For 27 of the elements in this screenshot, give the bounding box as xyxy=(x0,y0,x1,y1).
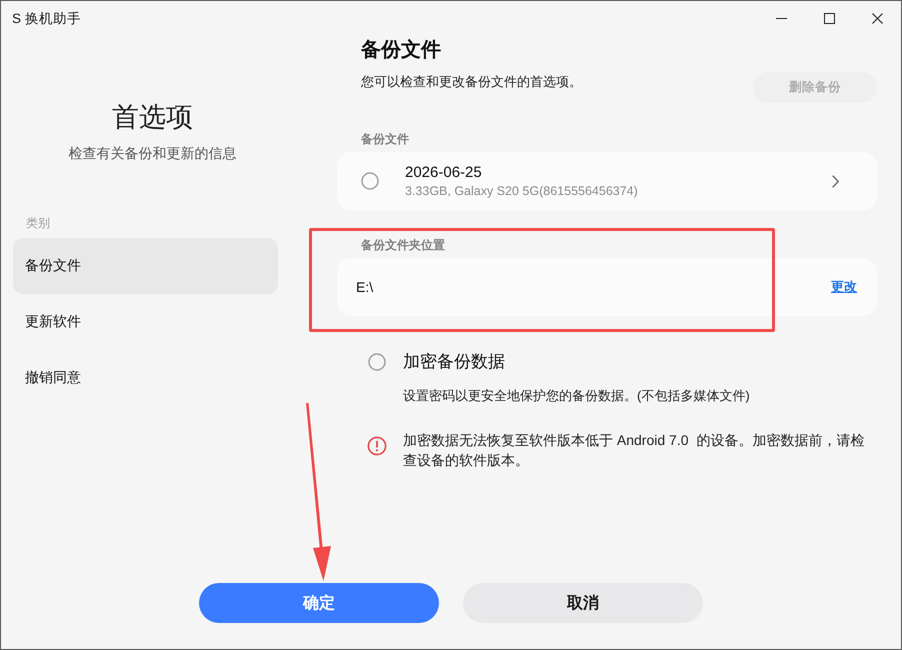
encrypt-description: 设置密码以更安全地保护您的备份数据。(不包括多媒体文件) xyxy=(403,387,750,405)
radio-button[interactable] xyxy=(361,172,379,190)
backup-file-card[interactable]: 2026-06-25 3.33GB, Galaxy S20 5G(8615556456374) xyxy=(337,152,877,210)
chevron-right-icon xyxy=(832,174,839,188)
backup-details: 3.33GB, Galaxy S20 5G(8615556456374) xyxy=(405,183,638,199)
section-label: 备份文件夹位置 xyxy=(361,237,445,253)
sidebar-item[interactable]: 撤销同意 xyxy=(13,350,278,406)
page-description: 您可以检查和更改备份文件的首选项。 xyxy=(361,73,582,91)
encrypt-label: 加密备份数据 xyxy=(403,351,505,373)
warning-icon xyxy=(367,436,387,456)
sidebar-item[interactable]: 备份文件 xyxy=(13,238,278,294)
category-label: 类别 xyxy=(26,215,50,231)
folder-path: E:\ xyxy=(356,279,374,295)
sidebar-subtitle: 检查有关备份和更新的信息 xyxy=(68,144,236,162)
change-link[interactable]: 更改 xyxy=(831,278,857,296)
sidebar-item[interactable]: 更新软件 xyxy=(13,294,278,350)
sidebar-title: 首选项 xyxy=(112,101,193,134)
section-label: 备份文件 xyxy=(361,131,409,147)
close-icon[interactable] xyxy=(872,13,882,24)
confirm-button[interactable]: 确定 xyxy=(199,583,439,623)
backup-date: 2026-06-25 xyxy=(405,163,482,182)
cancel-button[interactable]: 取消 xyxy=(463,583,703,623)
encrypt-radio[interactable] xyxy=(368,353,386,371)
page-heading: 备份文件 xyxy=(361,38,441,63)
maximize-icon[interactable] xyxy=(824,13,834,24)
window-title: S 换机助手 xyxy=(12,10,81,28)
warning-text: 加密数据无法恢复至软件版本低于 Android 7.0 的设备。加密数据前，请检查设备的软件版本。 xyxy=(403,431,866,470)
